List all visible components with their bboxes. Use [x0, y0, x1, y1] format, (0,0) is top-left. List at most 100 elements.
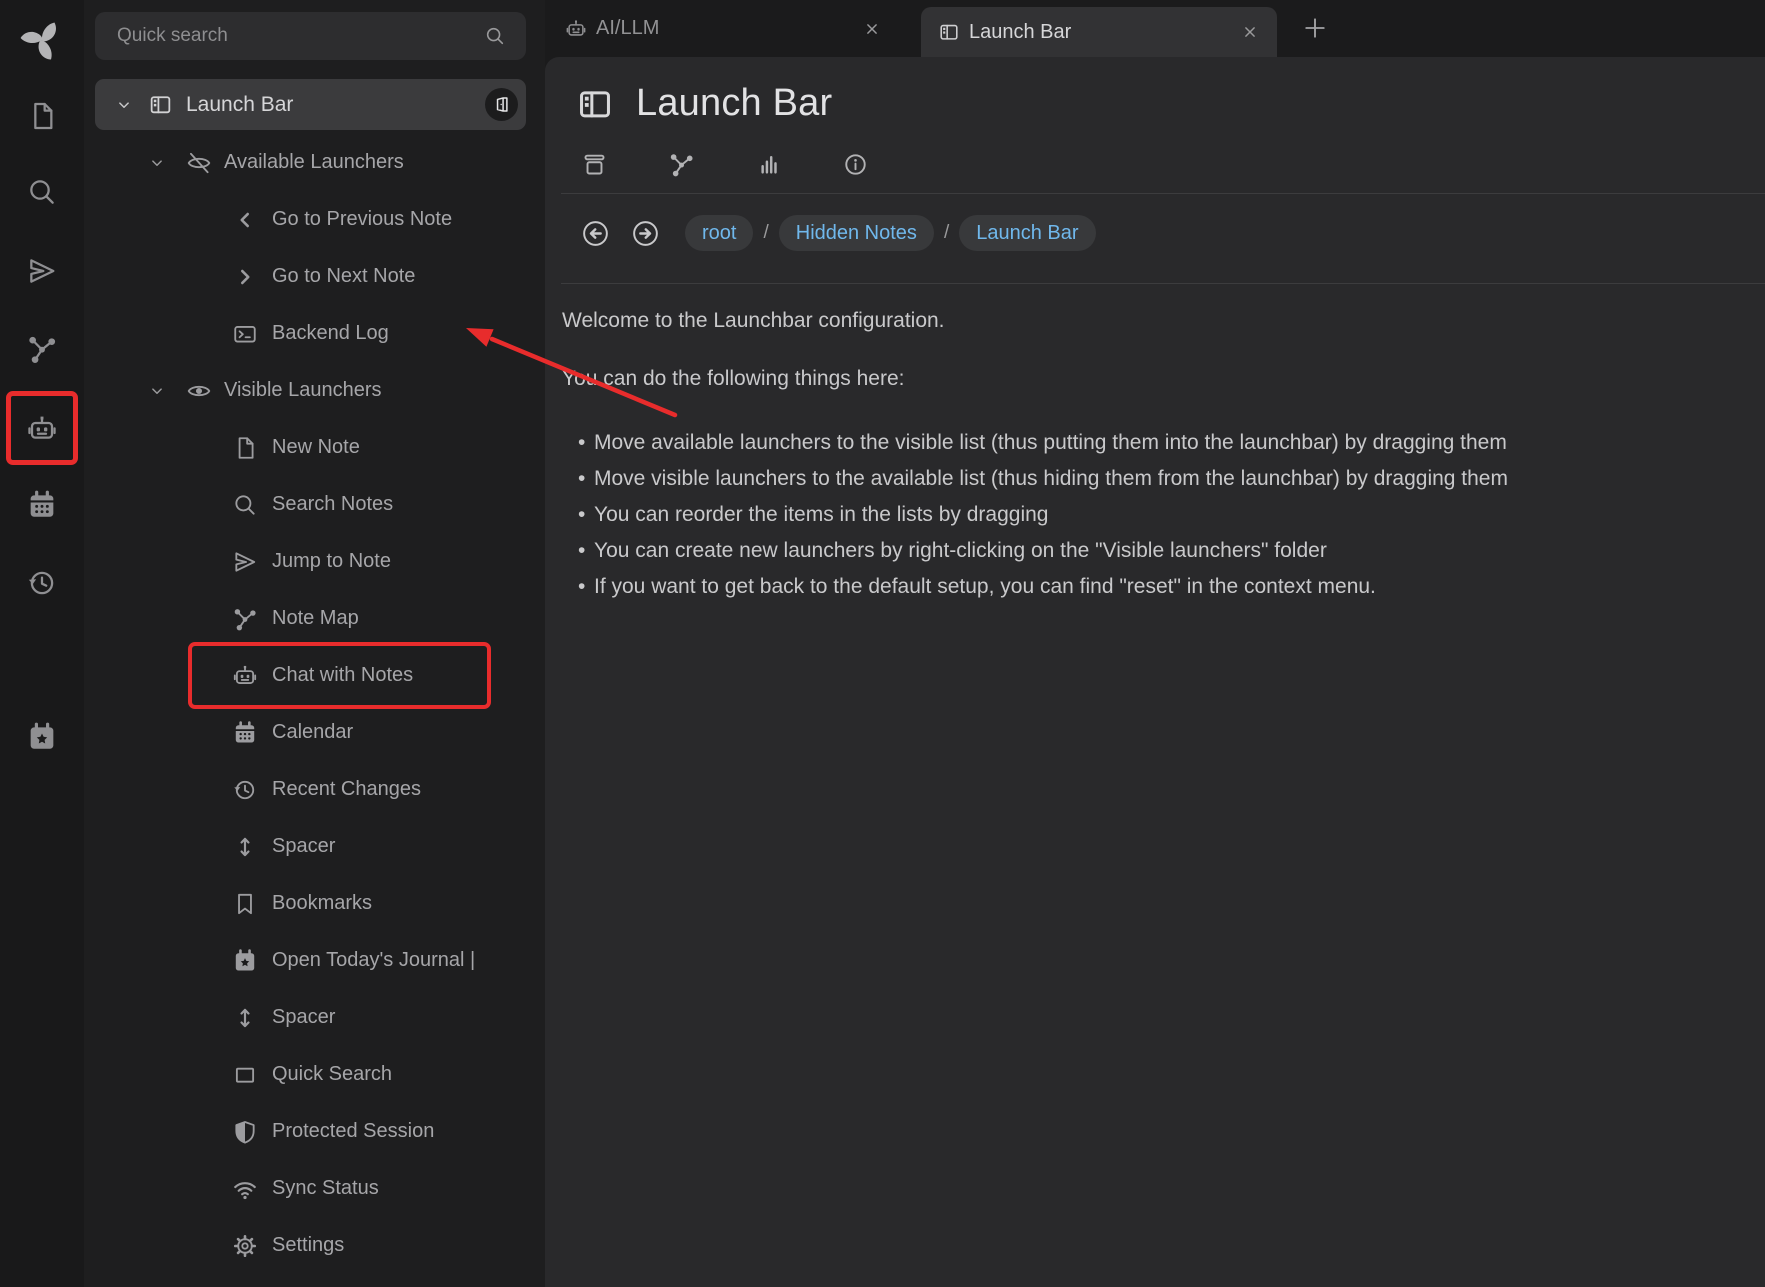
tree-item-sync-status[interactable]: Sync Status	[84, 1160, 545, 1217]
quick-search-box	[95, 12, 526, 60]
tree-item-label: New Note	[272, 436, 360, 459]
info-icon[interactable]	[842, 151, 869, 178]
bullet-text: Move available launchers to the visible …	[594, 431, 1507, 454]
tree-item-label: Settings	[272, 1234, 344, 1257]
breadcrumb: root/Hidden Notes/Launch Bar	[580, 207, 1096, 259]
calendar-icon[interactable]	[26, 489, 58, 521]
tree-item-launch-bar[interactable]: Launch Bar	[95, 79, 526, 130]
chevron-down-icon[interactable]	[115, 96, 133, 114]
tree-item-note-map[interactable]: Note Map	[84, 590, 545, 647]
tree-item-go-to-next-note[interactable]: Go to Next Note	[84, 248, 545, 305]
search-icon[interactable]	[484, 25, 506, 47]
new-tab-button[interactable]	[1301, 14, 1329, 42]
new-note-icon[interactable]	[26, 100, 58, 132]
hoist-badge[interactable]	[485, 88, 518, 121]
tree-item-bookmarks[interactable]: Bookmarks	[84, 875, 545, 932]
wifi-icon	[232, 1176, 258, 1202]
bullet-dot: •	[578, 569, 594, 605]
history-forward-button[interactable]	[630, 218, 661, 249]
tree-item-calendar[interactable]: Calendar	[84, 704, 545, 761]
chat-with-notes-icon[interactable]	[26, 413, 58, 445]
tree-item-open-today-s-journal[interactable]: Open Today's Journal |	[84, 932, 545, 989]
tab-ai-llm[interactable]: AI/LLM	[545, 0, 905, 57]
note-map-icon[interactable]	[26, 333, 58, 365]
tree-item-chat-with-notes[interactable]: Chat with Notes	[84, 647, 545, 704]
tree-item-spacer[interactable]: Spacer	[84, 818, 545, 875]
quick-search-input[interactable]	[95, 25, 484, 47]
bullet-dot: •	[578, 533, 594, 569]
close-icon[interactable]	[863, 20, 881, 38]
breadcrumb-item-root[interactable]: root	[685, 215, 753, 251]
chart-icon[interactable]	[755, 151, 782, 178]
tree-item-label: Recent Changes	[272, 778, 421, 801]
chevron-down-icon[interactable]	[148, 154, 166, 172]
intro-text: Welcome to the Launchbar configuration.	[562, 309, 945, 333]
quick-search-icon	[232, 1062, 258, 1088]
tree-item-go-to-previous-note[interactable]: Go to Previous Note	[84, 191, 545, 248]
tree-item-settings[interactable]: Settings	[84, 1217, 545, 1274]
breadcrumb-item-hidden-notes[interactable]: Hidden Notes	[779, 215, 934, 251]
jump-to-note-icon[interactable]	[26, 255, 58, 287]
tab-bar: AI/LLM Launch Bar	[545, 0, 1765, 57]
shield-icon	[232, 1119, 258, 1145]
spacer-icon	[232, 834, 258, 860]
tab-launch-bar[interactable]: Launch Bar	[921, 7, 1277, 57]
bullet-item: •If you want to get back to the default …	[578, 569, 1508, 605]
tree-item-backend-log[interactable]: Backend Log	[84, 305, 545, 362]
todays-journal-icon[interactable]	[26, 721, 58, 753]
chevron-down-icon[interactable]	[148, 382, 166, 400]
tree-item-label: Go to Next Note	[272, 265, 415, 288]
eye-off-icon	[186, 150, 212, 176]
tree-item-label: Spacer	[272, 835, 335, 858]
jump-to-note-icon	[232, 549, 258, 575]
tree-item-label: Go to Previous Note	[272, 208, 452, 231]
tree-item-available-launchers[interactable]: Available Launchers	[84, 134, 545, 191]
bullet-text: You can create new launchers by right-cl…	[594, 539, 1327, 562]
tree-item-spacer[interactable]: Spacer	[84, 989, 545, 1046]
tree-item-visible-launchers[interactable]: Visible Launchers	[84, 362, 545, 419]
terminal-icon	[232, 321, 258, 347]
bullet-text: If you want to get back to the default s…	[594, 575, 1376, 598]
tree-item-label: Visible Launchers	[224, 379, 382, 402]
calendar-icon	[232, 720, 258, 746]
tree-item-label: Protected Session	[272, 1120, 434, 1143]
tree-item-recent-changes[interactable]: Recent Changes	[84, 761, 545, 818]
recent-changes-icon[interactable]	[26, 567, 58, 599]
subtitle-text: You can do the following things here:	[562, 367, 904, 391]
close-icon[interactable]	[1241, 23, 1259, 41]
archive-icon[interactable]	[581, 151, 608, 178]
recent-changes-icon	[232, 777, 258, 803]
activity-bar	[0, 0, 84, 1287]
trilium-logo	[18, 14, 66, 62]
bullet-item: •Move available launchers to the visible…	[578, 425, 1508, 461]
gear-icon	[232, 1233, 258, 1259]
chevron-right-icon	[232, 264, 258, 290]
bullet-dot: •	[578, 425, 594, 461]
tree-item-label: Spacer	[272, 1006, 335, 1029]
history-back-button[interactable]	[580, 218, 611, 249]
tree-item-search-notes[interactable]: Search Notes	[84, 476, 545, 533]
note-toolbar	[581, 151, 929, 178]
tab-label: Launch Bar	[969, 21, 1071, 44]
note-map-icon[interactable]	[668, 151, 695, 178]
search-icon[interactable]	[26, 176, 58, 208]
divider	[561, 193, 1765, 194]
tree-item-quick-search[interactable]: Quick Search	[84, 1046, 545, 1103]
tree-item-jump-to-note[interactable]: Jump to Note	[84, 533, 545, 590]
tree-item-label: Search Notes	[272, 493, 393, 516]
note-title[interactable]: Launch Bar	[636, 82, 832, 125]
breadcrumb-separator: /	[944, 222, 949, 244]
tree-item-label: Quick Search	[272, 1063, 392, 1086]
bullet-item: •Move visible launchers to the available…	[578, 461, 1508, 497]
launchbar-icon	[938, 21, 960, 43]
trilium-app-window: Launch Bar Available Launchers Go to Prev…	[0, 0, 1765, 1287]
bookmark-icon	[232, 891, 258, 917]
tree-item-new-note[interactable]: New Note	[84, 419, 545, 476]
chat-with-notes-icon	[565, 18, 587, 40]
main-area: AI/LLM Launch Bar	[545, 0, 1765, 1287]
tree-item-label: Chat with Notes	[272, 664, 413, 687]
tree-item-protected-session[interactable]: Protected Session	[84, 1103, 545, 1160]
bullet-text: Move visible launchers to the available …	[594, 467, 1508, 490]
search-icon	[232, 492, 258, 518]
breadcrumb-item-launch-bar[interactable]: Launch Bar	[959, 215, 1095, 251]
